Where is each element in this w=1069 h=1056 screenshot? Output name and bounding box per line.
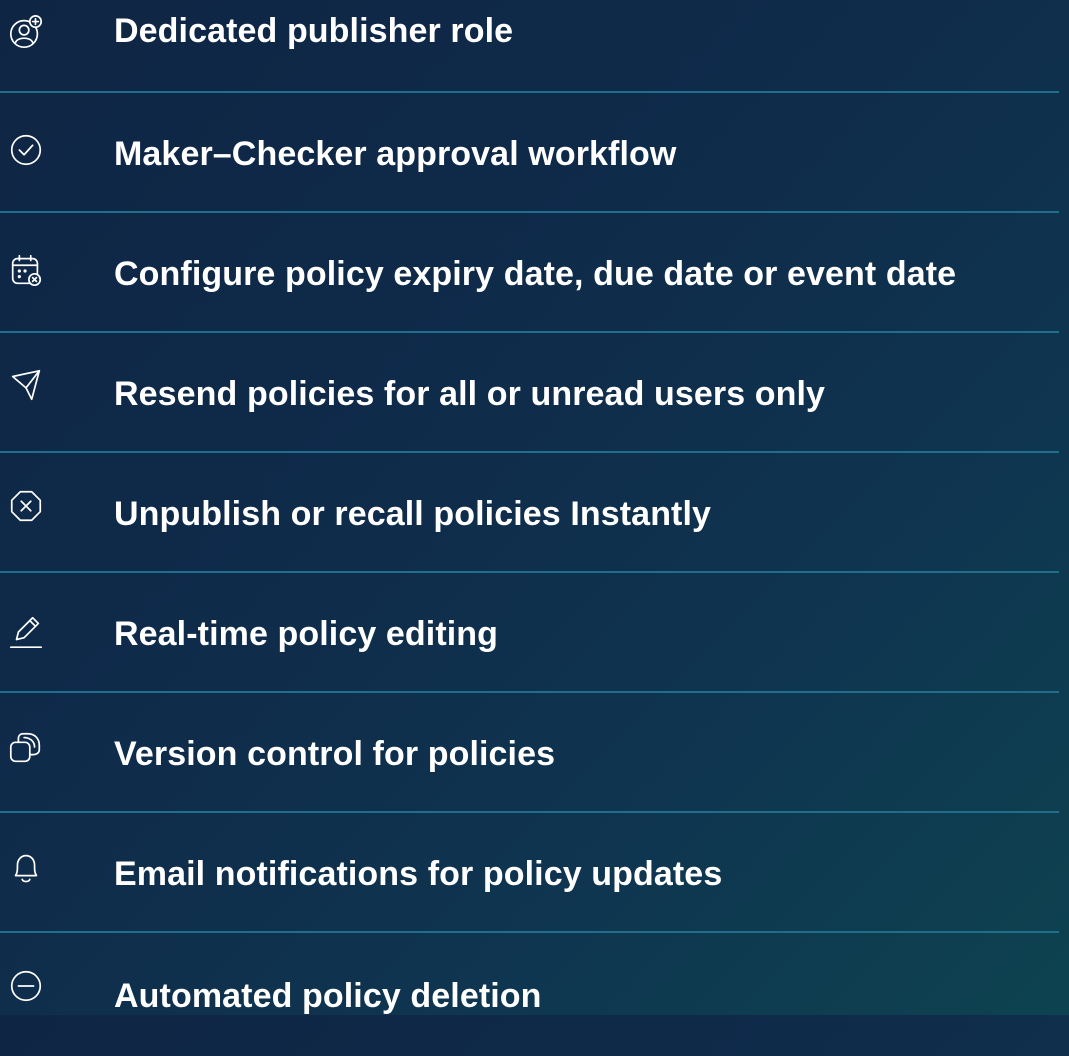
feature-label: Email notifications for policy updates — [114, 855, 723, 893]
calendar-icon — [6, 250, 46, 290]
feature-item-unpublish: Unpublish or recall policies Instantly — [0, 456, 1069, 576]
feature-label: Unpublish or recall policies Instantly — [114, 495, 712, 533]
divider — [0, 331, 1059, 333]
feature-label: Version control for policies — [114, 735, 556, 773]
feature-list: Dedicated publisher role Maker–Checker a… — [0, 0, 1069, 1015]
check-circle-icon — [6, 130, 46, 170]
divider — [0, 811, 1059, 813]
close-circle-icon — [6, 486, 46, 526]
feature-label: Configure policy expiry date, due date o… — [114, 255, 957, 293]
feature-item-version-control: Version control for policies — [0, 696, 1069, 816]
feature-label: Automated policy deletion — [114, 977, 542, 1015]
feature-item-resend: Resend policies for all or unread users … — [0, 336, 1069, 456]
feature-item-email-notifications: Email notifications for policy updates — [0, 816, 1069, 936]
feature-label: Resend policies for all or unread users … — [114, 375, 826, 413]
divider — [0, 211, 1059, 213]
feature-item-editing: Real-time policy editing — [0, 576, 1069, 696]
send-icon — [6, 366, 46, 406]
divider — [0, 451, 1059, 453]
versions-icon — [6, 728, 46, 768]
feature-item-deletion: Automated policy deletion — [0, 936, 1069, 1056]
feature-item-maker-checker: Maker–Checker approval workflow — [0, 96, 1069, 216]
feature-label: Maker–Checker approval workflow — [114, 135, 677, 173]
feature-item-publisher-role: Dedicated publisher role — [0, 0, 1069, 96]
bell-icon — [6, 848, 46, 888]
divider — [0, 931, 1059, 933]
divider — [0, 91, 1059, 93]
divider — [0, 691, 1059, 693]
feature-label: Real-time policy editing — [114, 615, 499, 653]
edit-icon — [6, 612, 46, 652]
user-add-icon — [6, 12, 46, 52]
divider — [0, 571, 1059, 573]
feature-item-expiry-date: Configure policy expiry date, due date o… — [0, 216, 1069, 336]
feature-label: Dedicated publisher role — [114, 12, 514, 50]
minus-circle-icon — [6, 966, 46, 1006]
